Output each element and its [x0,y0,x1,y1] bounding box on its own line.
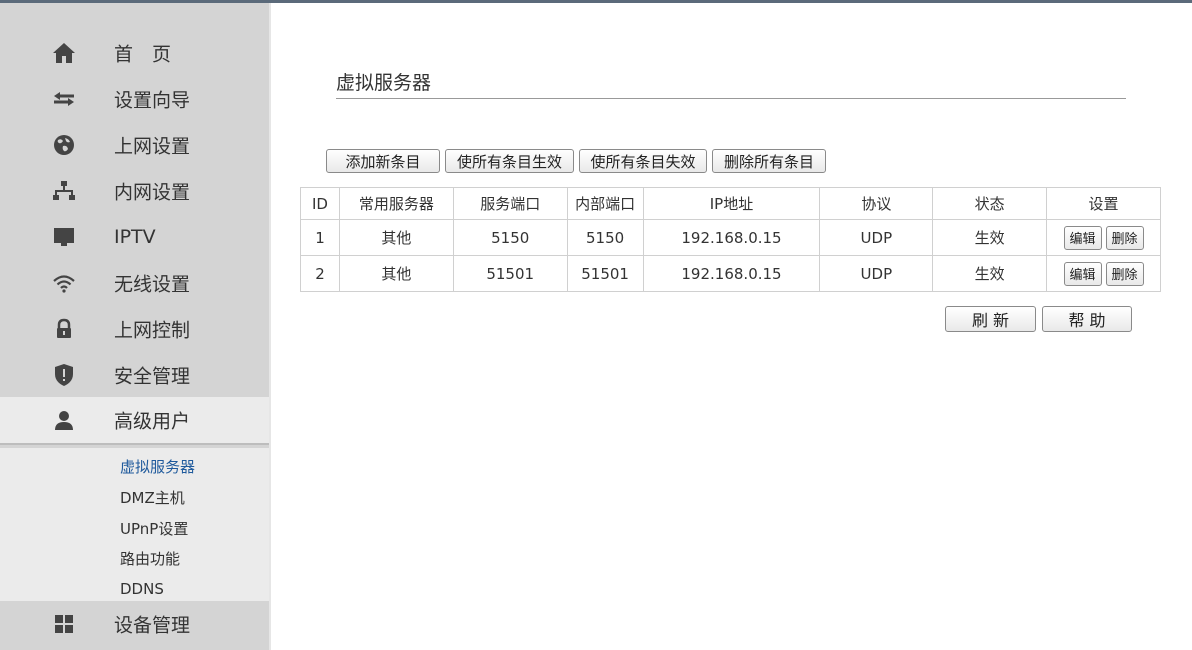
swap-arrows-icon [52,87,76,111]
cell-service-port: 5150 [452,219,568,256]
sidebar-item-label: 上网控制 [114,319,191,342]
title-divider [336,98,1126,99]
disable-all-button[interactable]: 使所有条目失效 [579,149,707,173]
sidebar-item-home[interactable]: 首 页 [0,30,271,76]
cell-service-port: 51501 [452,255,568,292]
cell-internal-port: 51501 [566,255,644,292]
submenu-item-ddns[interactable]: DDNS [120,580,164,598]
sidebar-item-label: 上网设置 [114,135,191,158]
cell-protocol: UDP [819,255,934,292]
lock-icon [52,317,76,341]
sidebar: 首 页 设置向导 上网设置 内网设置 IPTV 无线设置 上网控制 安全管理 高… [0,3,271,650]
cell-ip-address: 192.168.0.15 [642,255,821,292]
sidebar-item-label: 无线设置 [114,273,191,296]
edit-button[interactable]: 编辑 [1063,225,1102,250]
help-button[interactable]: 帮 助 [1042,306,1132,332]
column-header-common-server: 常用服务器 [338,187,454,220]
sidebar-item-internet-settings[interactable]: 上网设置 [0,122,271,168]
submenu-item-dmz-host[interactable]: DMZ主机 [120,487,185,508]
sidebar-item-label: 高级用户 [114,410,191,433]
page-title: 虚拟服务器 [336,72,432,94]
cell-common-server: 其他 [338,255,454,292]
sidebar-item-advanced-user[interactable]: 高级用户 [0,397,271,445]
column-header-ip-address: IP地址 [642,187,821,220]
home-icon [52,41,76,65]
sidebar-item-device-management[interactable]: 设备管理 [0,601,271,647]
column-header-settings: 设置 [1046,187,1161,220]
grid-icon [52,612,76,636]
advanced-submenu: 虚拟服务器 DMZ主机 UPnP设置 路由功能 DDNS [0,448,271,601]
sidebar-item-access-control[interactable]: 上网控制 [0,306,271,352]
add-entry-button[interactable]: 添加新条目 [326,149,440,173]
column-header-id: ID [300,187,340,220]
user-icon [52,408,76,432]
column-header-service-port: 服务端口 [452,187,568,220]
sidebar-item-setup-wizard[interactable]: 设置向导 [0,76,271,122]
table-header-row: ID 常用服务器 服务端口 内部端口 IP地址 协议 状态 设置 [300,187,1161,220]
virtual-server-table: ID 常用服务器 服务端口 内部端口 IP地址 协议 状态 设置 1 其他 51… [300,187,1161,292]
table-row: 2 其他 51501 51501 192.168.0.15 UDP 生效 编辑 … [300,255,1161,292]
cell-ip-address: 192.168.0.15 [642,219,821,256]
sidebar-item-label: 内网设置 [114,181,191,204]
sidebar-item-iptv[interactable]: IPTV [0,214,271,260]
cell-internal-port: 5150 [566,219,644,256]
globe-icon [52,133,76,157]
cell-status: 生效 [932,219,1048,256]
sidebar-item-wireless-settings[interactable]: 无线设置 [0,260,271,306]
cell-actions: 编辑 删除 [1046,219,1161,256]
cell-protocol: UDP [819,219,934,256]
cell-actions: 编辑 删除 [1046,255,1161,292]
column-header-protocol: 协议 [819,187,934,220]
sidebar-item-label: 安全管理 [114,365,191,388]
tv-icon [52,225,76,249]
submenu-item-upnp-settings[interactable]: UPnP设置 [120,518,188,539]
sidebar-item-lan-settings[interactable]: 内网设置 [0,168,271,214]
enable-all-button[interactable]: 使所有条目生效 [445,149,574,173]
submenu-item-virtual-server[interactable]: 虚拟服务器 [120,456,195,477]
refresh-button[interactable]: 刷 新 [945,306,1036,332]
sidebar-item-label: 设置向导 [114,89,191,112]
cell-status: 生效 [932,255,1048,292]
column-header-status: 状态 [932,187,1048,220]
edit-button[interactable]: 编辑 [1063,261,1102,286]
table-row: 1 其他 5150 5150 192.168.0.15 UDP 生效 编辑 删除 [300,219,1161,256]
sidebar-item-label: IPTV [114,226,156,248]
sidebar-item-security[interactable]: 安全管理 [0,352,271,398]
sidebar-item-label: 首 页 [114,43,172,66]
column-header-internal-port: 内部端口 [566,187,644,220]
submenu-item-routing[interactable]: 路由功能 [120,548,180,569]
sidebar-divider [269,3,271,650]
cell-id: 1 [300,219,340,256]
delete-button[interactable]: 删除 [1105,261,1144,286]
cell-common-server: 其他 [338,219,454,256]
delete-all-button[interactable]: 删除所有条目 [712,149,826,173]
sidebar-item-label: 设备管理 [114,614,191,637]
shield-icon [52,363,76,387]
delete-button[interactable]: 删除 [1105,225,1144,250]
network-tree-icon [52,179,76,203]
wifi-icon [52,271,76,295]
cell-id: 2 [300,255,340,292]
